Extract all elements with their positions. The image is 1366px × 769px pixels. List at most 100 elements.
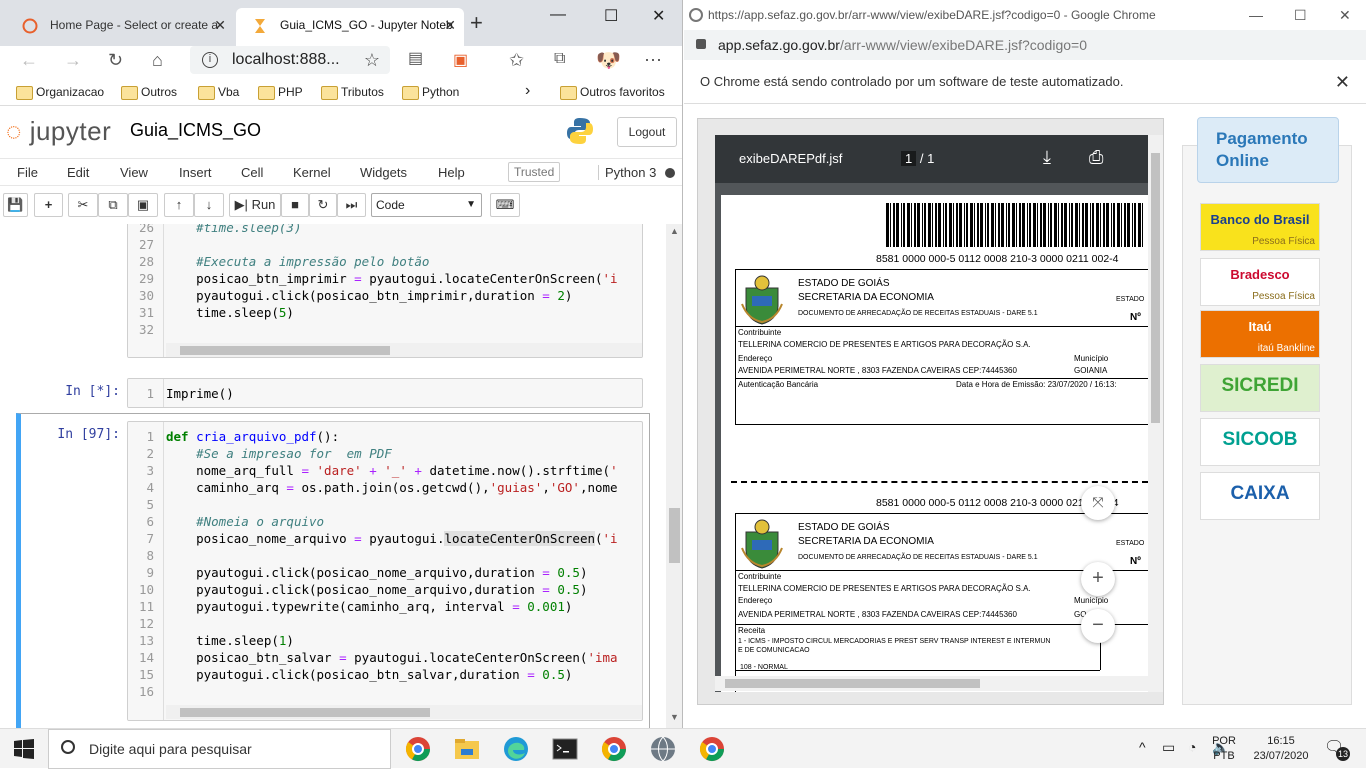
close-tab-icon[interactable]: ✕	[444, 8, 456, 42]
close-tab-icon[interactable]: ✕	[214, 8, 226, 42]
code-line[interactable]: posicao_btn_imprimir = pyautogui.locateC…	[166, 270, 617, 287]
bank-button[interactable]: Bradesco Pessoa Física	[1200, 258, 1320, 306]
cell-type-select[interactable]: Code ▼	[371, 193, 482, 217]
collections-icon[interactable]: ⧉	[554, 50, 565, 68]
chevron-right-icon[interactable]: ›	[525, 82, 530, 100]
code-line[interactable]: pyautogui.click(posicao_nome_arquivo,dur…	[166, 564, 618, 581]
chrome-address-bar[interactable]: app.sefaz.go.gov.br/arr-www/view/exibeDA…	[684, 30, 1366, 60]
move-up-button[interactable]: ↑	[164, 193, 194, 217]
command-palette-button[interactable]: ⌨	[490, 193, 520, 217]
code-line[interactable]: ​	[166, 496, 618, 513]
close-icon[interactable]: ✕	[1335, 62, 1350, 102]
bank-button[interactable]: SICREDI	[1200, 364, 1320, 412]
code-editor[interactable]: Imprime()	[166, 385, 234, 402]
code-line[interactable]: pyautogui.click(posicao_btn_salvar,durat…	[166, 666, 618, 683]
zoom-in-icon[interactable]: +	[1081, 562, 1115, 596]
favorite-folder[interactable]: Vba	[198, 84, 239, 100]
favorite-folder[interactable]: PHP	[258, 84, 303, 100]
favorites-icon[interactable]: ✩	[509, 50, 524, 71]
code-line[interactable]: pyautogui.typewrite(caminho_arq, interva…	[166, 598, 618, 615]
code-cell[interactable]: 1 2 3 4 5 6 7 8 9 10 11 12 13 14 15 16 def cria_arquivo…	[127, 421, 643, 721]
scrollbar-thumb[interactable]	[180, 346, 390, 355]
code-line[interactable]: ​	[166, 321, 618, 338]
code-line[interactable]: ​	[166, 615, 618, 632]
insert-cell-button[interactable]: +	[34, 193, 63, 217]
download-icon[interactable]: ⤓	[1043, 147, 1051, 168]
code-line[interactable]: pyautogui.click(posicao_nome_arquivo,dur…	[166, 581, 618, 598]
chrome-taskbar-icon[interactable]	[404, 735, 432, 763]
extension-icon[interactable]: ▣	[453, 50, 468, 70]
taskbar-search[interactable]: Digite aqui para pesquisar	[48, 729, 391, 769]
page-number-input[interactable]: 1	[901, 151, 917, 166]
paste-button[interactable]: ▣	[128, 193, 158, 217]
menu-widgets[interactable]: Widgets	[360, 165, 407, 180]
code-line[interactable]: #Nomeia o arquivo	[166, 513, 618, 530]
maximize-icon[interactable]: ☐	[1294, 0, 1307, 30]
close-window-icon[interactable]: ✕	[1339, 0, 1351, 30]
restart-run-all-button[interactable]: ⏭	[337, 193, 366, 217]
scrollbar-thumb[interactable]	[669, 508, 680, 563]
code-line[interactable]: ​	[166, 683, 618, 700]
code-line[interactable]: time.sleep(5)	[166, 304, 618, 321]
file-explorer-icon[interactable]	[453, 735, 481, 763]
address-bar[interactable]: i localhost:888... ☆	[190, 46, 390, 74]
minimize-icon[interactable]: —	[1249, 0, 1263, 30]
bank-button[interactable]: SICOOB	[1200, 418, 1320, 466]
interrupt-button[interactable]: ■	[281, 193, 309, 217]
code-editor[interactable]: def cria_arquivo_pdf(): #Se a impresao f…	[166, 428, 618, 700]
menu-view[interactable]: View	[120, 165, 148, 180]
code-cell[interactable]: 1 Imprime()	[127, 378, 643, 408]
code-editor[interactable]: #time.sleep(3)​ #Executa a impressão pel…	[166, 224, 618, 338]
code-line[interactable]: caminho_arq = os.path.join(os.getcwd(),'…	[166, 479, 618, 496]
copy-button[interactable]: ⧉	[98, 193, 128, 217]
code-line[interactable]: nome_arq_full = 'dare' + '_' + datetime.…	[166, 462, 618, 479]
new-tab-icon[interactable]: +	[470, 10, 483, 36]
code-line[interactable]: #Se a impresao for em PDF	[166, 445, 618, 462]
move-down-button[interactable]: ↓	[194, 193, 224, 217]
tab-jupyter-notebook[interactable]: Guia_ICMS_GO - Jupyter Noteb ✕	[236, 8, 464, 46]
minimize-icon[interactable]: —	[550, 6, 566, 24]
windows-start-icon[interactable]	[14, 739, 34, 759]
bank-button[interactable]: CAIXA	[1200, 472, 1320, 520]
terminal-icon[interactable]	[551, 735, 579, 763]
code-line[interactable]: posicao_btn_salvar = pyautogui.locateCen…	[166, 649, 618, 666]
save-button[interactable]: 💾	[3, 193, 28, 217]
menu-help[interactable]: Help	[438, 165, 465, 180]
code-line[interactable]: ​	[166, 236, 618, 253]
menu-file[interactable]: File	[17, 165, 38, 180]
favorite-folder[interactable]: Python	[402, 84, 459, 100]
reading-view-icon[interactable]: ▤	[408, 48, 423, 68]
code-cell[interactable]: 26272829303132 #time.sleep(3)​ #Executa …	[127, 224, 643, 358]
clock[interactable]: 16:15 23/07/2020	[1246, 734, 1316, 764]
pdf-horizontal-scrollbar[interactable]	[715, 676, 1148, 691]
trusted-badge[interactable]: Trusted	[508, 162, 561, 182]
scrollbar-thumb[interactable]	[180, 708, 430, 717]
fit-page-icon[interactable]: ⤧	[1081, 486, 1115, 520]
pdf-viewport[interactable]: 8581 0000 000-5 0112 0008 210-3 0000 021…	[715, 183, 1148, 692]
lock-icon[interactable]	[696, 39, 706, 49]
battery-icon[interactable]: ▭	[1162, 739, 1175, 756]
restart-button[interactable]: ↻	[309, 193, 337, 217]
menu-cell[interactable]: Cell	[241, 165, 263, 180]
jupyter-logo[interactable]: ◌ jupyter	[6, 116, 111, 147]
code-line[interactable]: pyautogui.click(posicao_btn_imprimir,dur…	[166, 287, 618, 304]
favorite-folder[interactable]: Tributos	[321, 84, 384, 100]
bank-button[interactable]: Itaú itaú Bankline	[1200, 310, 1320, 358]
menu-kernel[interactable]: Kernel	[293, 165, 331, 180]
code-line[interactable]: posicao_nome_arquivo = pyautogui.locateC…	[166, 530, 618, 547]
close-window-icon[interactable]: ✕	[652, 6, 665, 26]
code-line[interactable]: ​	[166, 547, 618, 564]
refresh-icon[interactable]: ↻	[108, 50, 123, 71]
tab-home-page[interactable]: Home Page - Select or create a ✕	[6, 8, 234, 46]
favorite-star-icon[interactable]: ☆	[364, 46, 380, 74]
profile-avatar-icon[interactable]: 🐶	[596, 48, 621, 73]
horizontal-scrollbar[interactable]	[166, 343, 642, 357]
bank-button[interactable]: Banco do Brasil Pessoa Física	[1200, 203, 1320, 251]
scrollbar-thumb[interactable]	[725, 679, 980, 688]
code-line[interactable]: #time.sleep(3)	[166, 224, 618, 236]
menu-edit[interactable]: Edit	[67, 165, 89, 180]
home-icon[interactable]: ⌂	[152, 50, 163, 71]
more-options-icon[interactable]: ⋯	[644, 50, 662, 71]
zoom-out-icon[interactable]: −	[1081, 609, 1115, 643]
code-line[interactable]: time.sleep(1)	[166, 632, 618, 649]
